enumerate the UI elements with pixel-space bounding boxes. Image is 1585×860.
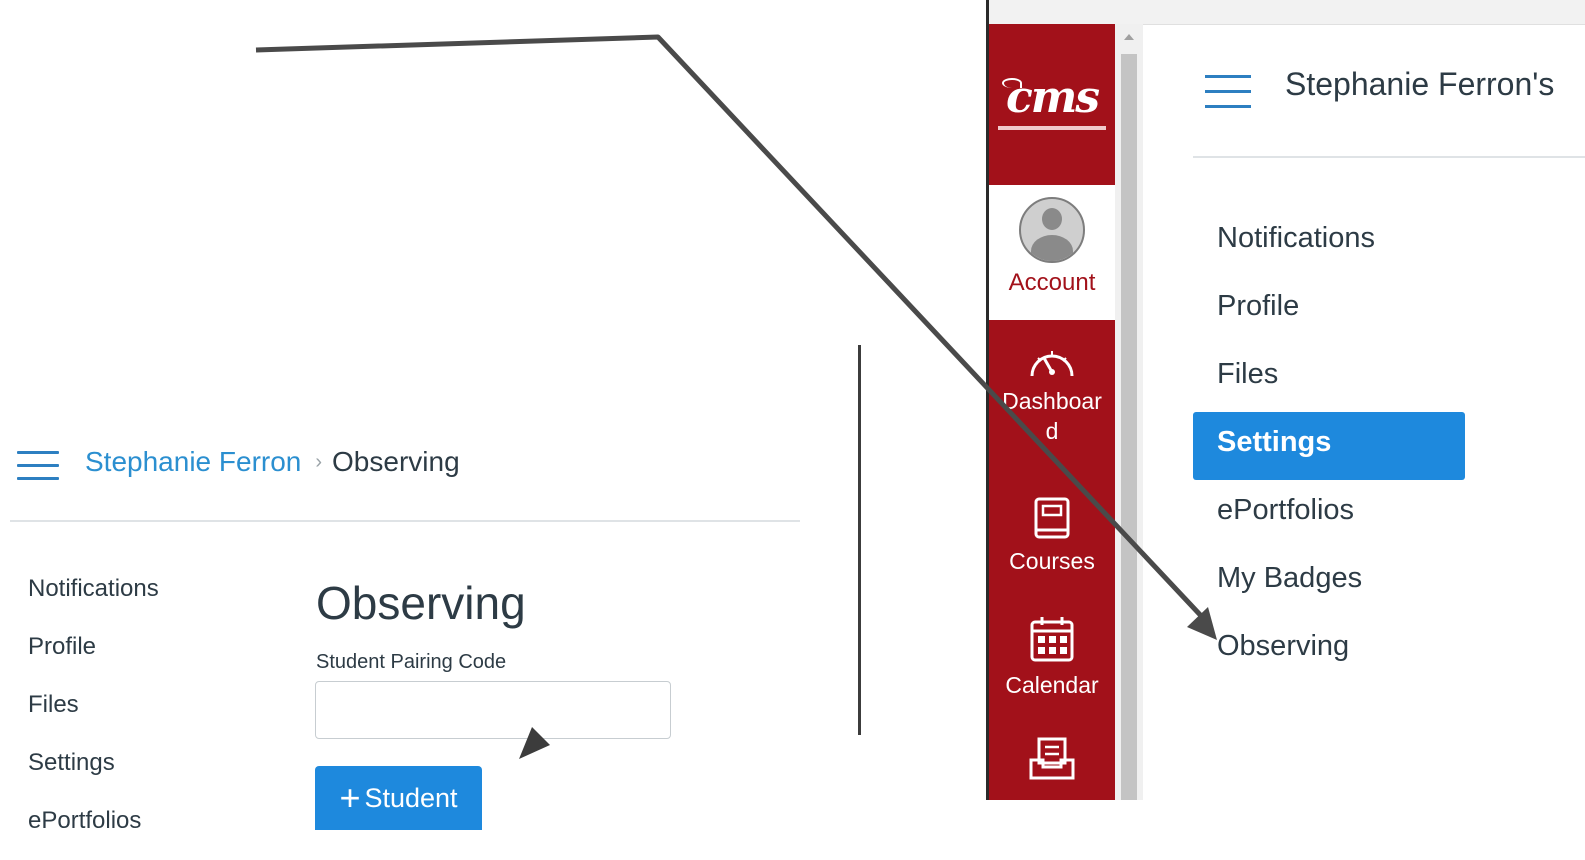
logo-leaf-icon: [1002, 78, 1022, 88]
user-nav-notifications[interactable]: Notifications: [28, 570, 159, 628]
header-divider: [1193, 156, 1585, 158]
global-nav-scrollbar[interactable]: [1115, 24, 1143, 800]
global-nav-inbox[interactable]: [989, 736, 1115, 782]
global-nav-account-label: Account: [1008, 269, 1096, 296]
scroll-up-arrow-icon[interactable]: [1124, 34, 1134, 40]
user-nav-list: Notifications Profile Files Settings ePo…: [1193, 208, 1465, 684]
user-nav-notifications[interactable]: Notifications: [1193, 208, 1465, 276]
user-nav-settings[interactable]: Settings: [28, 744, 159, 802]
cms-logo[interactable]: cms: [989, 24, 1115, 182]
plus-icon: +: [339, 777, 361, 818]
global-nav-dashboard[interactable]: Dashboard: [989, 342, 1115, 446]
dashboard-gauge-icon: [1030, 351, 1074, 377]
hamburger-menu-icon[interactable]: [1205, 75, 1251, 109]
global-nav: cms Account Dashboard Courses Calendar: [989, 24, 1115, 800]
header-divider: [10, 520, 800, 522]
panel-divider-line: [858, 345, 861, 735]
observing-page-panel: Stephanie Ferron › Observing Notificatio…: [0, 0, 810, 834]
inbox-icon: [1029, 737, 1075, 780]
avatar-icon: [1019, 197, 1085, 263]
logo-tagline-bar: [998, 126, 1106, 130]
user-nav-observing[interactable]: Observing: [1193, 616, 1465, 684]
user-nav-profile[interactable]: Profile: [1193, 276, 1465, 344]
pairing-code-label: Student Pairing Code: [316, 651, 507, 673]
user-nav-eportfolios[interactable]: ePortfolios: [1193, 480, 1465, 548]
user-nav-my-badges[interactable]: My Badges: [1193, 548, 1465, 616]
calendar-icon: [1030, 617, 1074, 662]
hamburger-menu-icon[interactable]: [17, 451, 59, 481]
scroll-thumb[interactable]: [1121, 54, 1137, 800]
user-nav-profile[interactable]: Profile: [28, 628, 159, 686]
add-student-label: Student: [364, 782, 458, 813]
settings-page-panel: cms Account Dashboard Courses Calendar S…: [986, 0, 1585, 833]
global-nav-account[interactable]: Account: [989, 185, 1115, 320]
breadcrumb-separator: ›: [315, 450, 323, 473]
window-top-bar: [986, 0, 1585, 25]
page-title: Observing: [316, 577, 526, 629]
breadcrumb-current: Observing: [332, 446, 460, 477]
user-nav-files[interactable]: Files: [1193, 344, 1465, 412]
global-nav-courses-label: Courses: [1009, 548, 1095, 574]
global-nav-courses[interactable]: Courses: [989, 496, 1115, 576]
pairing-code-input[interactable]: [315, 681, 671, 739]
user-nav-files[interactable]: Files: [28, 686, 159, 744]
add-student-button[interactable]: + Student: [315, 766, 482, 830]
courses-book-icon: [1034, 497, 1070, 539]
global-nav-dashboard-label: Dashboard: [1002, 388, 1102, 444]
user-nav-eportfolios[interactable]: ePortfolios: [28, 802, 159, 860]
breadcrumb: Stephanie Ferron › Observing: [85, 444, 460, 480]
breadcrumb-user-title[interactable]: Stephanie Ferron's: [1285, 66, 1554, 103]
user-nav-list: Notifications Profile Files Settings ePo…: [28, 570, 159, 860]
breadcrumb-user-link[interactable]: Stephanie Ferron: [85, 446, 301, 478]
global-nav-calendar-label: Calendar: [1005, 672, 1099, 698]
user-nav-settings[interactable]: Settings: [1193, 412, 1465, 480]
global-nav-calendar[interactable]: Calendar: [989, 616, 1115, 700]
